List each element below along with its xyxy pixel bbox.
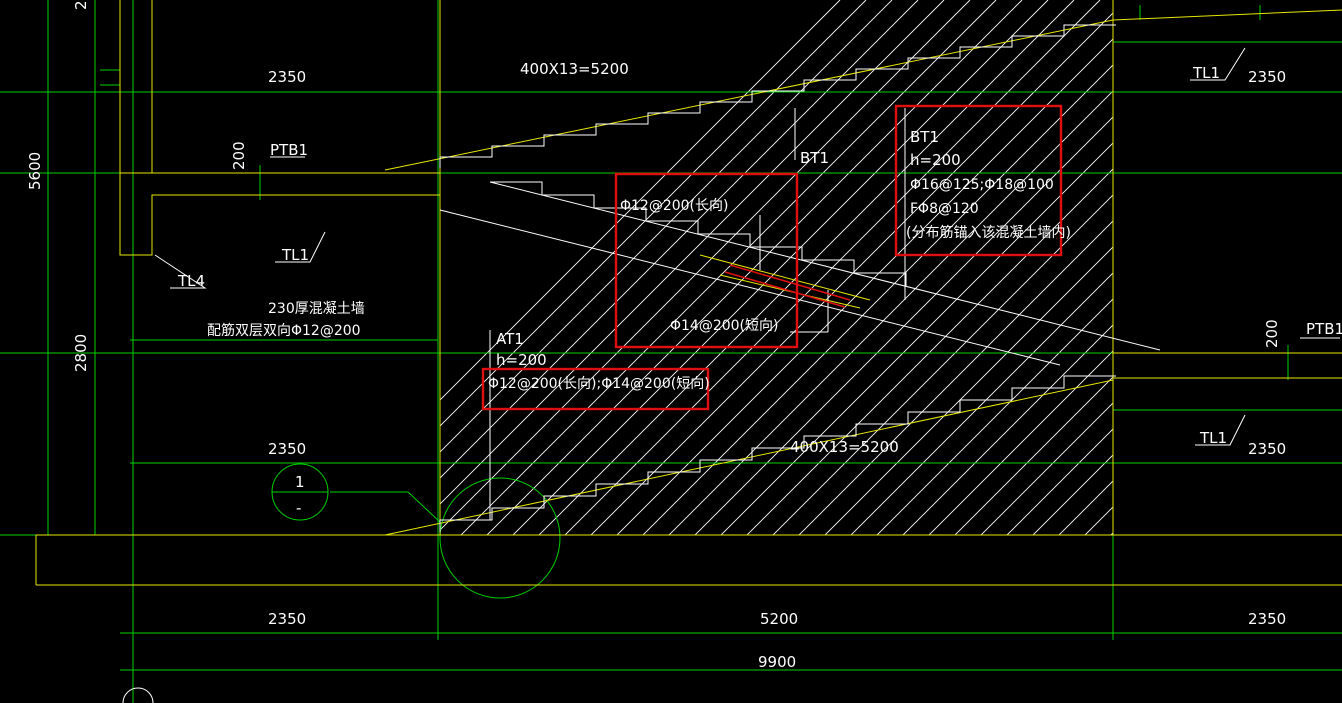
bt1-annotation: BT1 h=200 Φ16@125;Φ18@100 FΦ8@120 (分布筋锚入… [906,128,1071,241]
stair-hatch-pattern [440,0,1113,535]
at1-annotation: AT1 h=200 Φ12@200(长向);Φ14@200(短向) [488,330,710,392]
bt1-height: h=200 [910,151,961,169]
label-ptb1-left: PTB1 [270,141,308,159]
label-ptb1-right: PTB1 [1306,320,1342,338]
section-mark-sub: - [296,499,301,517]
dim-bot-mid: 5200 [760,610,798,628]
detail-long-rebar: Φ12@200(长向) [620,198,728,214]
bt1-name: BT1 [910,128,939,146]
dim-mid-right: 2350 [1248,440,1286,458]
dim-height-upper: 5600 [26,152,44,190]
structure-outline [35,0,1342,586]
label-tl1-top-right: TL1 [1192,64,1220,82]
label-tl1-left: TL1 [281,246,309,264]
dim-bot-left: 2350 [268,610,306,628]
dim-total: 9900 [758,653,796,671]
label-bt1-tag: BT1 [800,149,829,167]
bt1-distribution: FΦ8@120 [910,201,979,217]
section-mark-number: 1 [295,473,305,491]
wall-note-line2: 配筋双层双向Φ12@200 [207,322,361,339]
section-mark: 1 - [295,473,305,517]
dim-top-right: 2350 [1248,68,1286,86]
bt1-note: (分布筋锚入该混凝土墙内) [906,224,1071,241]
dim-top-mid: 400X13=5200 [520,60,629,78]
label-tl4: TL4 [177,272,205,290]
at1-name: AT1 [496,330,524,348]
dim-height-lower: 2800 [72,334,90,372]
at1-height: h=200 [496,351,547,369]
wall-note-line1: 230厚混凝土墙 [268,301,365,317]
at1-rebar: Φ12@200(长向);Φ14@200(短向) [488,376,710,392]
dim-bot-right: 2350 [1248,610,1286,628]
dim-slab-left: 200 [230,141,248,170]
label-tl1-bottom-right: TL1 [1199,429,1227,447]
dim-top-left: 2350 [268,68,306,86]
dim-top-cut: 2 [72,0,90,10]
dim-mid-mid: 400X13=5200 [790,438,899,456]
cad-stair-section-drawing: 2350 400X13=5200 2350 2350 400X13=5200 2… [0,0,1342,703]
dim-slab-right: 200 [1263,319,1281,348]
bt1-rebar: Φ16@125;Φ18@100 [910,177,1054,193]
detail-short-rebar: Φ14@200(短向) [670,318,778,334]
dim-mid-left: 2350 [268,440,306,458]
